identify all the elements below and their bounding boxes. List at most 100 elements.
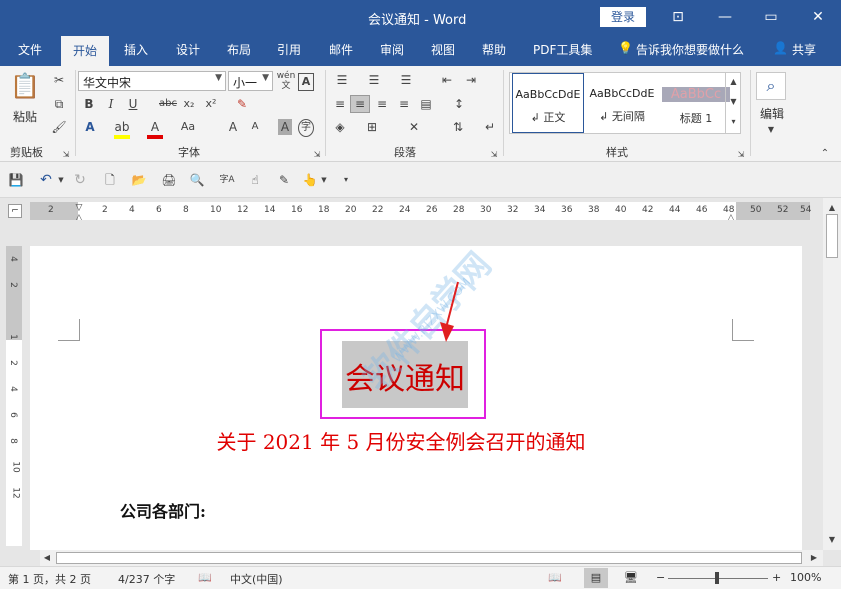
zoom-level[interactable]: 100% [790, 571, 821, 584]
shrink-font-icon[interactable]: A [248, 119, 262, 135]
editing-button[interactable]: 编辑 [760, 105, 784, 122]
font-name-combo[interactable]: 华文中宋 ▼ [78, 71, 226, 91]
underline-icon[interactable]: U [126, 96, 140, 112]
word-count[interactable]: 4/237 个字 [118, 571, 175, 587]
print-preview-icon[interactable]: 🖨 [160, 172, 178, 188]
sort-icon[interactable]: ⇅ [450, 119, 466, 135]
paste-icon[interactable]: 📋 [10, 72, 40, 100]
ribbon-display-options-icon[interactable]: ⊡ [655, 0, 701, 34]
minimize-button[interactable]: — [702, 0, 748, 34]
superscript-icon[interactable]: x² [204, 96, 218, 112]
share-button[interactable]: 共享 [792, 41, 816, 58]
paragraph-launcher-icon[interactable]: ⇲ [489, 147, 499, 163]
strikethrough-icon[interactable]: abc [158, 96, 178, 112]
align-center-icon[interactable]: ≡ [350, 95, 370, 113]
show-marks-icon[interactable]: ↵ [482, 119, 498, 135]
tab-mailings[interactable]: 邮件 [329, 41, 353, 58]
decrease-indent-icon[interactable]: ⇤ [438, 72, 456, 88]
maximize-button[interactable]: ▭ [748, 0, 794, 34]
character-shading-icon[interactable]: A [278, 119, 292, 135]
document-subtitle[interactable]: 关于 2021 年 5 月份安全例会召开的通知 [30, 426, 802, 455]
document-salutation[interactable]: 公司各部门: [120, 498, 206, 522]
chevron-down-icon[interactable]: ▼ [57, 172, 65, 188]
print-layout-icon[interactable]: ▤ [584, 568, 608, 588]
zoom-in-button[interactable]: + [772, 571, 781, 584]
line-spacing-icon[interactable]: ↕ [450, 96, 468, 112]
tab-references[interactable]: 引用 [277, 41, 301, 58]
increase-indent-icon[interactable]: ⇥ [462, 72, 480, 88]
tell-me-search[interactable]: 告诉我你想要做什么 [636, 41, 744, 58]
vertical-scroll-thumb[interactable] [826, 214, 838, 258]
horizontal-ruler[interactable]: 2 2 4 6 8 10 12 14 16 18 20 22 24 26 28 30 32 34 36 38 40 42 4… [30, 202, 811, 223]
tab-pdf-tools[interactable]: PDF工具集 [533, 41, 592, 58]
justify-icon[interactable]: ≡ [396, 96, 412, 112]
customize-qat-icon[interactable]: ▾ [341, 172, 351, 188]
shading-icon[interactable]: ◈ [332, 119, 348, 135]
phonetic-guide-icon[interactable]: wén 文 [276, 71, 296, 91]
tab-insert[interactable]: 插入 [124, 41, 148, 58]
italic-icon[interactable]: I [104, 96, 118, 112]
horizontal-scroll-thumb[interactable] [56, 552, 802, 564]
numbering-icon[interactable]: ☰ [364, 72, 384, 88]
zoom-icon[interactable]: 🔍 [189, 172, 205, 188]
style-normal[interactable]: AaBbCcDdE ↲ 正文 [512, 73, 584, 133]
tab-file[interactable]: 文件 [18, 41, 42, 58]
align-right-icon[interactable]: ≡ [374, 96, 390, 112]
chinese-layout-icon[interactable]: ✕ [406, 119, 422, 135]
spelling-icon[interactable]: 字A [218, 172, 236, 188]
paste-button[interactable]: 粘贴 [13, 108, 37, 125]
bullets-icon[interactable]: ☰ [332, 72, 352, 88]
enclose-characters-icon[interactable]: 字 [298, 119, 314, 137]
scroll-down-icon[interactable]: ▼ [825, 532, 839, 548]
save-icon[interactable]: 💾 [8, 172, 24, 188]
styles-launcher-icon[interactable]: ⇲ [736, 147, 746, 163]
format-painter-icon[interactable]: 🖌 [50, 119, 68, 135]
clear-formatting-icon[interactable]: ✎ [234, 96, 250, 112]
chevron-down-icon[interactable]: ▼ [320, 172, 328, 188]
login-button[interactable]: 登录 [600, 7, 646, 27]
copy-icon[interactable]: ⧉ [50, 96, 68, 112]
tab-selector-icon[interactable]: ⌐ [8, 204, 22, 218]
multilevel-list-icon[interactable]: ☰ [396, 72, 416, 88]
styles-scroll[interactable]: ▲ ▼ ▾ [725, 72, 741, 134]
subscript-icon[interactable]: x₂ [182, 96, 196, 112]
zoom-out-button[interactable]: − [656, 571, 665, 584]
tab-review[interactable]: 审阅 [380, 41, 404, 58]
document-area[interactable]: 会议通知 关于 2021 年 5 月份安全例会召开的通知 公司各部门: 软件自学… [30, 220, 823, 550]
pointer-icon[interactable]: 👆 [302, 172, 318, 188]
document-page[interactable]: 会议通知 关于 2021 年 5 月份安全例会召开的通知 公司各部门: 软件自学… [30, 245, 802, 550]
vertical-scrollbar[interactable]: ▲ ▼ [823, 198, 841, 550]
edit-icon[interactable]: ✎ [276, 172, 292, 188]
tab-design[interactable]: 设计 [176, 41, 200, 58]
bold-icon[interactable]: B [82, 96, 96, 112]
zoom-slider-thumb[interactable] [715, 572, 719, 584]
tab-layout[interactable]: 布局 [227, 41, 251, 58]
highlight-color-icon[interactable]: ab [114, 119, 130, 139]
touch-mode-icon[interactable]: ☝ [247, 172, 263, 188]
horizontal-scrollbar[interactable]: ◀ ▶ [40, 550, 823, 566]
borders-icon[interactable]: ⊞ [364, 119, 380, 135]
style-heading-1[interactable]: AaBbCc 标题 1 [660, 73, 732, 133]
font-color-icon[interactable]: A [147, 119, 163, 139]
new-document-icon[interactable]: 🗋 [102, 172, 118, 188]
character-border-icon[interactable]: A [298, 73, 314, 91]
proofing-icon[interactable]: 📖 [198, 571, 212, 584]
read-mode-icon[interactable]: 📖 [548, 571, 562, 584]
font-launcher-icon[interactable]: ⇲ [312, 147, 322, 163]
change-case-icon[interactable]: Aa [178, 119, 198, 135]
text-effects-icon[interactable]: A [82, 119, 98, 135]
scroll-left-icon[interactable]: ◀ [40, 550, 54, 566]
web-layout-icon[interactable]: 🖥 [624, 571, 638, 584]
tab-help[interactable]: 帮助 [482, 41, 506, 58]
collapse-ribbon-icon[interactable]: ⌃ [819, 146, 831, 162]
clipboard-launcher-icon[interactable]: ⇲ [61, 147, 71, 163]
tab-home[interactable]: 开始 [61, 36, 110, 66]
redo-icon[interactable]: ↻ [72, 172, 88, 188]
distributed-icon[interactable]: ▤ [418, 96, 434, 112]
tab-view[interactable]: 视图 [431, 41, 455, 58]
align-left-icon[interactable]: ≡ [332, 96, 348, 112]
scroll-right-icon[interactable]: ▶ [807, 550, 821, 566]
language[interactable]: 中文(中国) [230, 571, 283, 587]
undo-icon[interactable]: ↶ [36, 172, 56, 188]
page-count[interactable]: 第 1 页，共 2 页 [8, 571, 91, 587]
